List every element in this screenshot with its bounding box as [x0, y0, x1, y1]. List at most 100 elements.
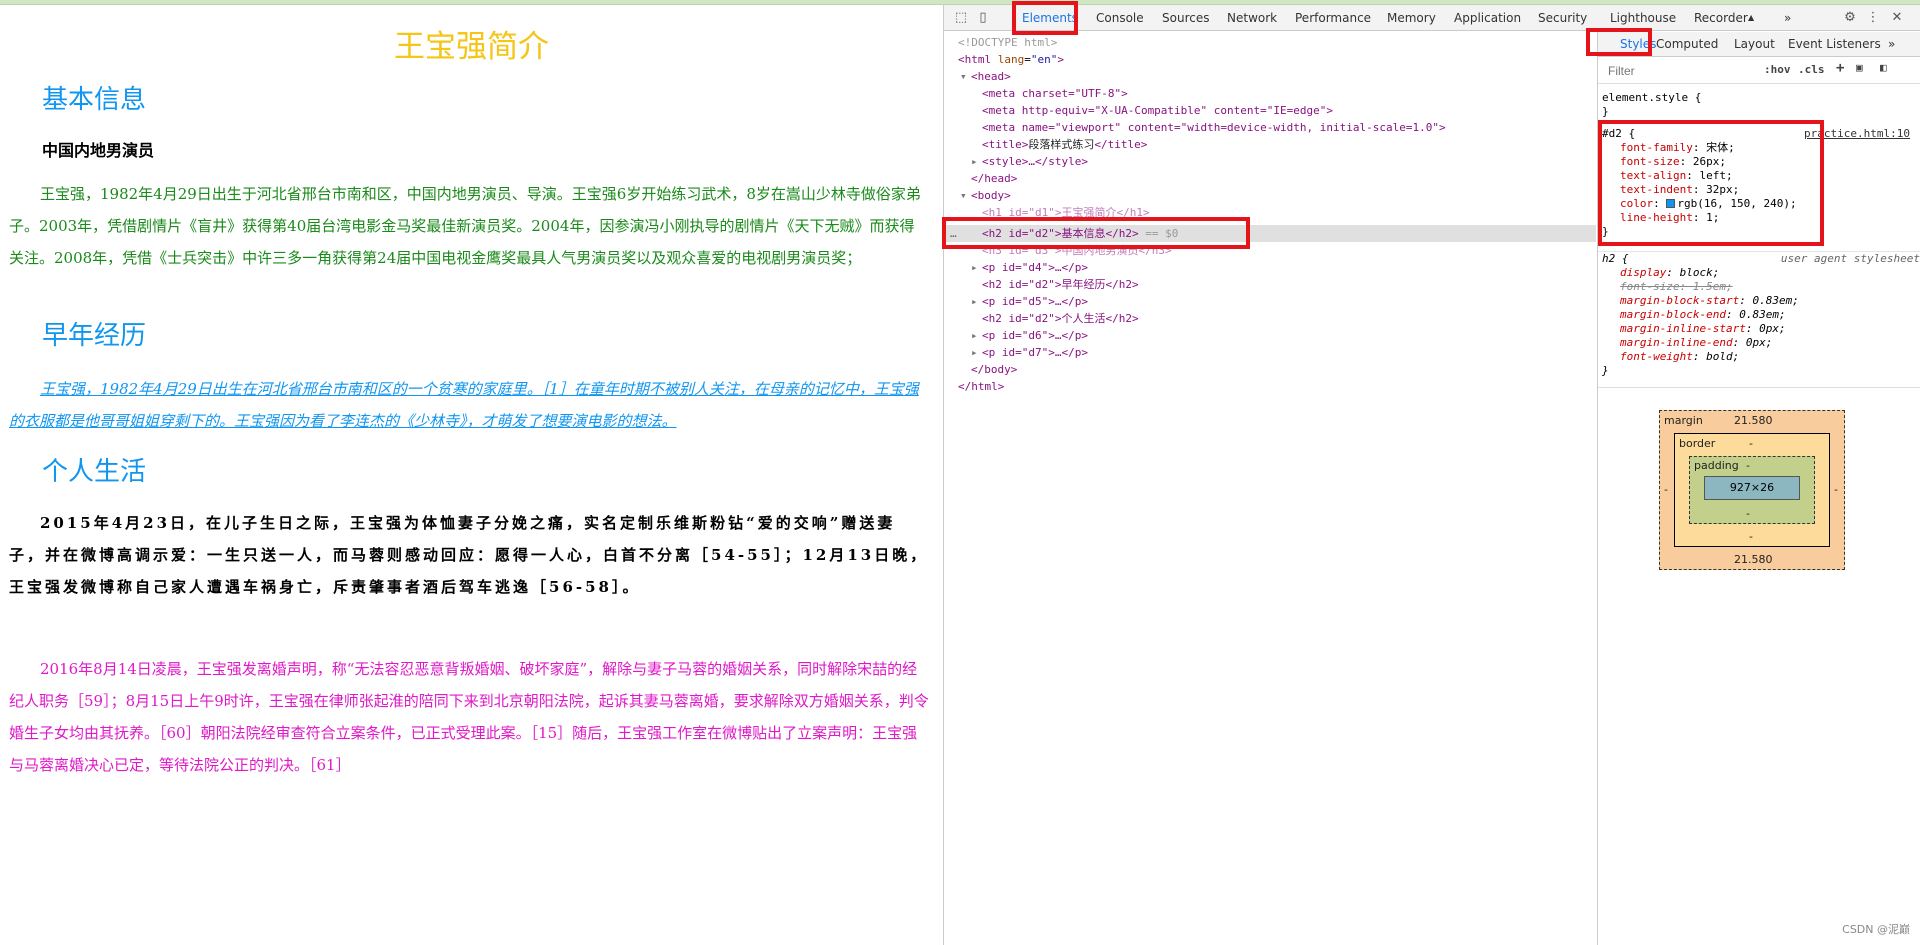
rendered-page: 王宝强简介 基本信息 中国内地男演员 王宝强，1982年4月29日出生于河北省邢… [0, 5, 943, 945]
dom-head[interactable]: ▾ <head> [960, 68, 1011, 85]
ua-prop-value: 0px; [1745, 336, 1773, 349]
margin-label: margin [1664, 414, 1703, 427]
tab-network[interactable]: Network [1227, 5, 1277, 31]
ua-prop-value: 0.83em; [1752, 294, 1799, 307]
dom-p5[interactable]: ▸ <p id="d5">…</p> [971, 293, 1088, 310]
ua-selector[interactable]: h2 { [1602, 252, 1629, 265]
dom-p7[interactable]: ▸ <p id="d7">…</p> [971, 344, 1088, 361]
border-top-value[interactable]: - [1749, 437, 1753, 450]
dom-style-tag: <style>…</style> [982, 155, 1088, 168]
ua-prop-value: block; [1679, 266, 1720, 279]
margin-bottom-value[interactable]: 21.580 [1734, 553, 1773, 566]
dom-html[interactable]: <html lang="en"> [958, 51, 1064, 68]
tab-event-listeners[interactable]: Event Listeners [1788, 32, 1881, 57]
box-model-padding[interactable]: padding - - 927×26 [1689, 456, 1815, 524]
dom-head-close[interactable]: </head> [971, 170, 1017, 187]
new-rule-button[interactable]: + [1836, 60, 1844, 76]
tab-recorder[interactable]: Recorder [1694, 5, 1748, 31]
tab-sources[interactable]: Sources [1162, 5, 1209, 31]
watermark: CSDN @泥巅 [1842, 923, 1910, 936]
highlight-d2-rule [1598, 120, 1824, 246]
tab-console[interactable]: Console [1096, 5, 1144, 31]
element-style-selector[interactable]: element.style { [1602, 91, 1920, 105]
dom-p7-tag: <p id="d7">…</p> [982, 346, 1088, 359]
dom-meta-charset[interactable]: <meta charset="UTF-8"> [982, 85, 1128, 102]
tab-computed[interactable]: Computed [1656, 32, 1718, 57]
heading-basic-info: 基本信息 [42, 85, 147, 115]
dom-meta-viewport[interactable]: <meta name="viewport" content="width=dev… [982, 119, 1446, 136]
dom-head-tag: <head> [971, 70, 1011, 83]
ua-prop-row-overridden[interactable]: font-size: 1.5em; [1602, 280, 1920, 294]
styles-sidebar: Styles Computed Layout Event Listeners »… [1586, 28, 1920, 945]
close-icon[interactable]: ✕ [1888, 9, 1906, 27]
dom-html-lang-attr: lang [997, 53, 1025, 66]
paint-icon[interactable]: ▣ [1856, 61, 1863, 74]
cls-toggle[interactable]: .cls [1798, 63, 1825, 76]
border-label: border [1679, 437, 1716, 450]
styles-filter-input[interactable] [1602, 61, 1752, 80]
ua-prop-name: margin-inline-end [1620, 336, 1733, 349]
tab-application[interactable]: Application [1454, 5, 1521, 31]
margin-left-value[interactable]: - [1664, 483, 1668, 496]
ua-prop-row[interactable]: display: block; [1602, 266, 1920, 280]
tab-security[interactable]: Security [1538, 5, 1587, 31]
padding-top-value[interactable]: - [1746, 459, 1750, 472]
box-model-border[interactable]: border - - padding - - 927×26 [1674, 433, 1830, 547]
ua-prop-value: 0px; [1759, 322, 1786, 335]
ua-prop-row[interactable]: margin-inline-end: 0px; [1602, 336, 1920, 350]
subheading-actor: 中国内地男演员 [42, 141, 155, 160]
dom-body[interactable]: ▾ <body> [960, 187, 1011, 204]
sidebar-more-icon[interactable]: » [1888, 32, 1895, 57]
highlight-selected-h2 [942, 217, 1250, 249]
tab-performance[interactable]: Performance [1295, 5, 1371, 31]
ua-prop-name: margin-block-end [1620, 308, 1726, 321]
box-model-margin[interactable]: margin 21.580 21.580 - - border - - padd… [1659, 410, 1845, 570]
margin-right-value[interactable]: - [1834, 483, 1838, 496]
hov-toggle[interactable]: :hov [1764, 63, 1791, 76]
device-toolbar-icon[interactable]: ▯ [974, 9, 992, 27]
ua-prop-row[interactable]: margin-inline-start: 0px; [1602, 322, 1920, 336]
styles-divider [1598, 387, 1920, 388]
ua-prop-value: bold; [1706, 350, 1740, 363]
ua-prop-value: 1.5em; [1692, 280, 1733, 293]
ua-close: } [1602, 364, 1609, 377]
dom-p6[interactable]: ▸ <p id="d6">…</p> [971, 327, 1088, 344]
dom-style[interactable]: ▸ <style>…</style> [971, 153, 1088, 170]
dom-body-close[interactable]: </body> [971, 361, 1017, 378]
tab-memory[interactable]: Memory [1387, 5, 1436, 31]
margin-top-value[interactable]: 21.580 [1734, 414, 1773, 427]
dom-html-tag: <html [958, 53, 992, 66]
dom-html-lang-val: "en" [1030, 53, 1058, 66]
paragraph-d5[interactable]: 王宝强，1982年4月29日出生在河北省邢台市南和区的一个贫寒的家庭里。［1］在… [9, 373, 929, 437]
dom-p4[interactable]: ▸ <p id="d4">…</p> [971, 259, 1088, 276]
ua-prop-name: font-weight [1620, 350, 1693, 363]
ua-prop-name: margin-inline-start [1620, 322, 1746, 335]
padding-bottom-value[interactable]: - [1746, 507, 1750, 520]
rule-ua-h2: h2 { user agent stylesheet display: bloc… [1598, 251, 1920, 378]
elements-tree: <!DOCTYPE html> <html lang="en"> ▾ <head>… [944, 32, 1596, 945]
dom-h2-early[interactable]: <h2 id="d2">早年经历</h2> [982, 276, 1139, 293]
box-model-content[interactable]: 927×26 [1704, 476, 1800, 500]
border-bottom-value[interactable]: - [1749, 530, 1753, 543]
kebab-menu-icon[interactable]: ⋮ [1864, 9, 1882, 27]
more-tabs-icon[interactable]: » [1784, 5, 1791, 31]
page-title: 王宝强简介 [394, 29, 549, 65]
recorder-flask-icon: ▲ [1748, 13, 1755, 22]
dom-h2-personal[interactable]: <h2 id="d2">个人生活</h2> [982, 310, 1139, 327]
ua-prop-row[interactable]: font-weight: bold; [1602, 350, 1920, 364]
toggle-sidebar-icon[interactable]: ◧ [1880, 61, 1887, 74]
ua-prop-row[interactable]: margin-block-end: 0.83em; [1602, 308, 1920, 322]
dom-html-close[interactable]: </html> [958, 378, 1004, 395]
inspect-element-icon[interactable]: ⬚ [952, 9, 970, 27]
tab-layout[interactable]: Layout [1734, 32, 1775, 57]
dom-title[interactable]: <title>段落样式练习</title> [982, 136, 1147, 153]
ua-source: user agent stylesheet [1780, 252, 1920, 265]
gear-icon[interactable]: ⚙ [1841, 9, 1859, 27]
dom-meta-compat[interactable]: <meta http-equiv="X-UA-Compatible" conte… [982, 102, 1333, 119]
dom-p4-tag: <p id="d4">…</p> [982, 261, 1088, 274]
dom-title-open: <title> [982, 138, 1029, 151]
heading-personal-life: 个人生活 [42, 457, 147, 487]
ua-prop-row[interactable]: margin-block-start: 0.83em; [1602, 294, 1920, 308]
dom-title-text: 段落样式练习 [1028, 138, 1095, 151]
dom-doctype[interactable]: <!DOCTYPE html> [958, 34, 1057, 51]
